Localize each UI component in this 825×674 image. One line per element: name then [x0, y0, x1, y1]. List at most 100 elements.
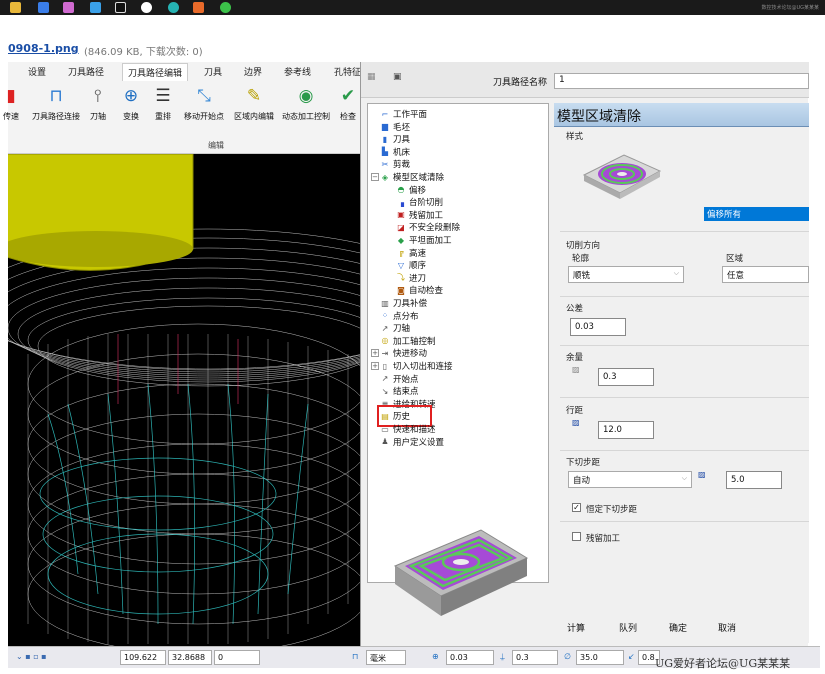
stepdown-lock-icon[interactable]: ▨	[698, 470, 706, 479]
unit-field[interactable]: 毫米	[366, 650, 406, 665]
toolpath-name-input[interactable]: 1	[554, 73, 809, 89]
rapid-move-icon: ⇥	[381, 348, 389, 358]
edge-icon[interactable]	[168, 2, 179, 13]
tree-item[interactable]: ▮ 刀具	[380, 133, 410, 146]
media-icon[interactable]	[141, 2, 152, 13]
status-icons[interactable]: ⌄ ▪ ▫ ▪	[16, 652, 47, 661]
tab-hole-feature[interactable]: 孔特征	[334, 65, 360, 78]
contour-select[interactable]: 顺铣 ⌵	[568, 266, 684, 283]
reorder-button[interactable]: ☰ 重排	[148, 84, 178, 122]
tree-item-label: 模型区域清除	[393, 173, 445, 183]
tree-item[interactable]: ⤵ 进刀	[396, 272, 426, 284]
tree-item[interactable]: ⇥ 快进移动	[380, 347, 427, 360]
tree-item[interactable]: ↘ 结束点	[380, 385, 419, 398]
wechat-icon[interactable]	[220, 2, 231, 13]
tiktok-icon[interactable]	[115, 2, 126, 13]
high-speed-icon: ╔	[398, 248, 404, 258]
tab-boundary[interactable]: 边界	[244, 65, 262, 78]
ok-button[interactable]: 确定	[661, 616, 695, 636]
divider	[560, 296, 809, 297]
rest-machining-checkbox[interactable]	[572, 532, 581, 541]
tool-axis-button[interactable]: ⫯ 刀轴	[80, 84, 116, 122]
transform-button[interactable]: ⊕ 变换	[116, 84, 146, 122]
unsafe-delete-icon: ◪	[397, 222, 405, 232]
tree-item[interactable]: ⁘ 点分布	[380, 310, 419, 322]
tree-item[interactable]: ⌐ 工作平面	[380, 108, 427, 121]
tree-item-label: 快速和描述	[393, 425, 436, 435]
tree-item[interactable]: ◈ 模型区域清除	[380, 171, 445, 184]
stepover-lock-icon[interactable]: ▨	[572, 418, 580, 427]
dialog-menu-icon[interactable]: ▦	[367, 72, 376, 82]
file-link[interactable]: 0908-1.png	[8, 42, 79, 55]
allowance-label: 余量	[566, 353, 584, 363]
area-select[interactable]: 任意	[722, 266, 809, 283]
angle-field[interactable]: 35.0	[576, 650, 624, 665]
region-edit-icon: ✎	[246, 86, 262, 106]
tree-item[interactable]: ◆ 平坦面加工	[396, 234, 452, 247]
tree-item[interactable]: ▣ 残留加工	[396, 209, 443, 221]
tree-item[interactable]: ♟ 用户定义设置	[380, 436, 444, 448]
tree-item[interactable]: ◓ 偏移	[396, 184, 427, 196]
trim-icon: ✂	[381, 159, 389, 169]
tree-item[interactable]: ▥ 刀具补偿	[380, 297, 427, 310]
shield-icon[interactable]	[38, 2, 49, 13]
allowance-input[interactable]: 0.3	[598, 368, 654, 386]
tree-item-label: 残留加工	[409, 210, 444, 221]
tree-item[interactable]: ▙ 机床	[380, 146, 410, 158]
allowance-icon[interactable]: ▨	[572, 365, 580, 374]
tolerance-field[interactable]: 0.03	[446, 650, 494, 665]
tree-item[interactable]: ↗ 开始点	[380, 373, 419, 385]
tolerance-input[interactable]: 0.03	[570, 318, 626, 336]
tree-item[interactable]: ↗ 刀轴	[380, 322, 410, 335]
dynamic-control-icon: ◉	[298, 86, 314, 106]
dynamic-control-button[interactable]: ◉ 动态加工控制	[278, 84, 334, 122]
tab-pattern[interactable]: 参考线	[284, 65, 311, 78]
speed-button[interactable]: ▮ 传速	[0, 84, 26, 122]
mail-icon[interactable]	[90, 2, 101, 13]
tree-item[interactable]: ◎ 加工轴控制	[380, 335, 436, 347]
tree-expander[interactable]: +	[371, 362, 379, 370]
style-select[interactable]: 偏移所有	[704, 207, 809, 221]
tree-item[interactable]: ╔ 高速	[396, 247, 426, 259]
region-edit-button[interactable]: ✎ 区域内编辑	[230, 84, 278, 122]
dialog-layout-icon[interactable]: ▣	[393, 72, 402, 82]
check-button[interactable]: ✔ 检查	[336, 84, 360, 122]
tab-tool[interactable]: 刀具	[204, 65, 222, 78]
coord-x[interactable]: 109.622	[120, 650, 166, 665]
thickness-field[interactable]: 0.3	[512, 650, 558, 665]
brush-icon[interactable]	[63, 2, 74, 13]
powerpoint-icon[interactable]	[193, 2, 204, 13]
tool-icon: ▮	[382, 134, 388, 144]
tree-expander[interactable]: +	[371, 349, 379, 358]
toolpath-link-button[interactable]: ⊓ 刀具路径连接	[26, 84, 86, 122]
move-start-button[interactable]: ⤡ 移动开始点	[178, 84, 230, 122]
coord-z[interactable]: 0	[214, 650, 260, 665]
tree-item[interactable]: ▗ 台阶切削	[396, 196, 443, 209]
stepdown-mode-select[interactable]: 自动 ⌵	[568, 471, 692, 488]
tree-expander[interactable]: −	[371, 173, 379, 181]
calculate-button[interactable]: 计算	[559, 616, 593, 636]
stepover-input[interactable]: 12.0	[598, 421, 654, 439]
coord-y[interactable]: 32.8688	[168, 650, 212, 665]
graphics-viewport[interactable]	[8, 154, 360, 646]
rest-machining-icon: ▣	[397, 210, 405, 220]
tab-toolpath-edit[interactable]: 刀具路径编辑	[122, 63, 189, 81]
cancel-button[interactable]: 取消	[707, 616, 747, 636]
tree-item[interactable]: ◙ 自动检查	[396, 284, 443, 297]
tab-toolpath[interactable]: 刀具路径	[68, 65, 104, 78]
queue-button[interactable]: 队列	[611, 616, 645, 636]
const-stepdown-checkbox[interactable]: ✓	[572, 503, 581, 512]
tab-settings[interactable]: 设置	[28, 65, 46, 78]
tree-item-label: 高速	[409, 248, 427, 259]
ribbon: 设置 刀具路径 刀具路径编辑 刀具 边界 参考线 孔特征 ▮ 传速 ⊓ 刀具路径…	[3, 62, 360, 154]
folder-icon[interactable]	[10, 2, 21, 13]
tree-item[interactable]: ▭ 快速和描述	[380, 423, 436, 436]
tree-item[interactable]: ▆ 毛坯	[380, 121, 410, 133]
tree-item-label: 用户定义设置	[393, 437, 445, 448]
tree-item[interactable]: ✂ 剪裁	[380, 158, 410, 171]
tree-item[interactable]: ▯ 切入切出和连接	[380, 360, 453, 373]
tree-item[interactable]: ▽ 顺序	[396, 259, 426, 272]
tree-item[interactable]: ◪ 不安全段删除	[396, 221, 460, 234]
stepover-label: 行距	[566, 406, 584, 416]
stepdown-input[interactable]: 5.0	[726, 471, 782, 489]
